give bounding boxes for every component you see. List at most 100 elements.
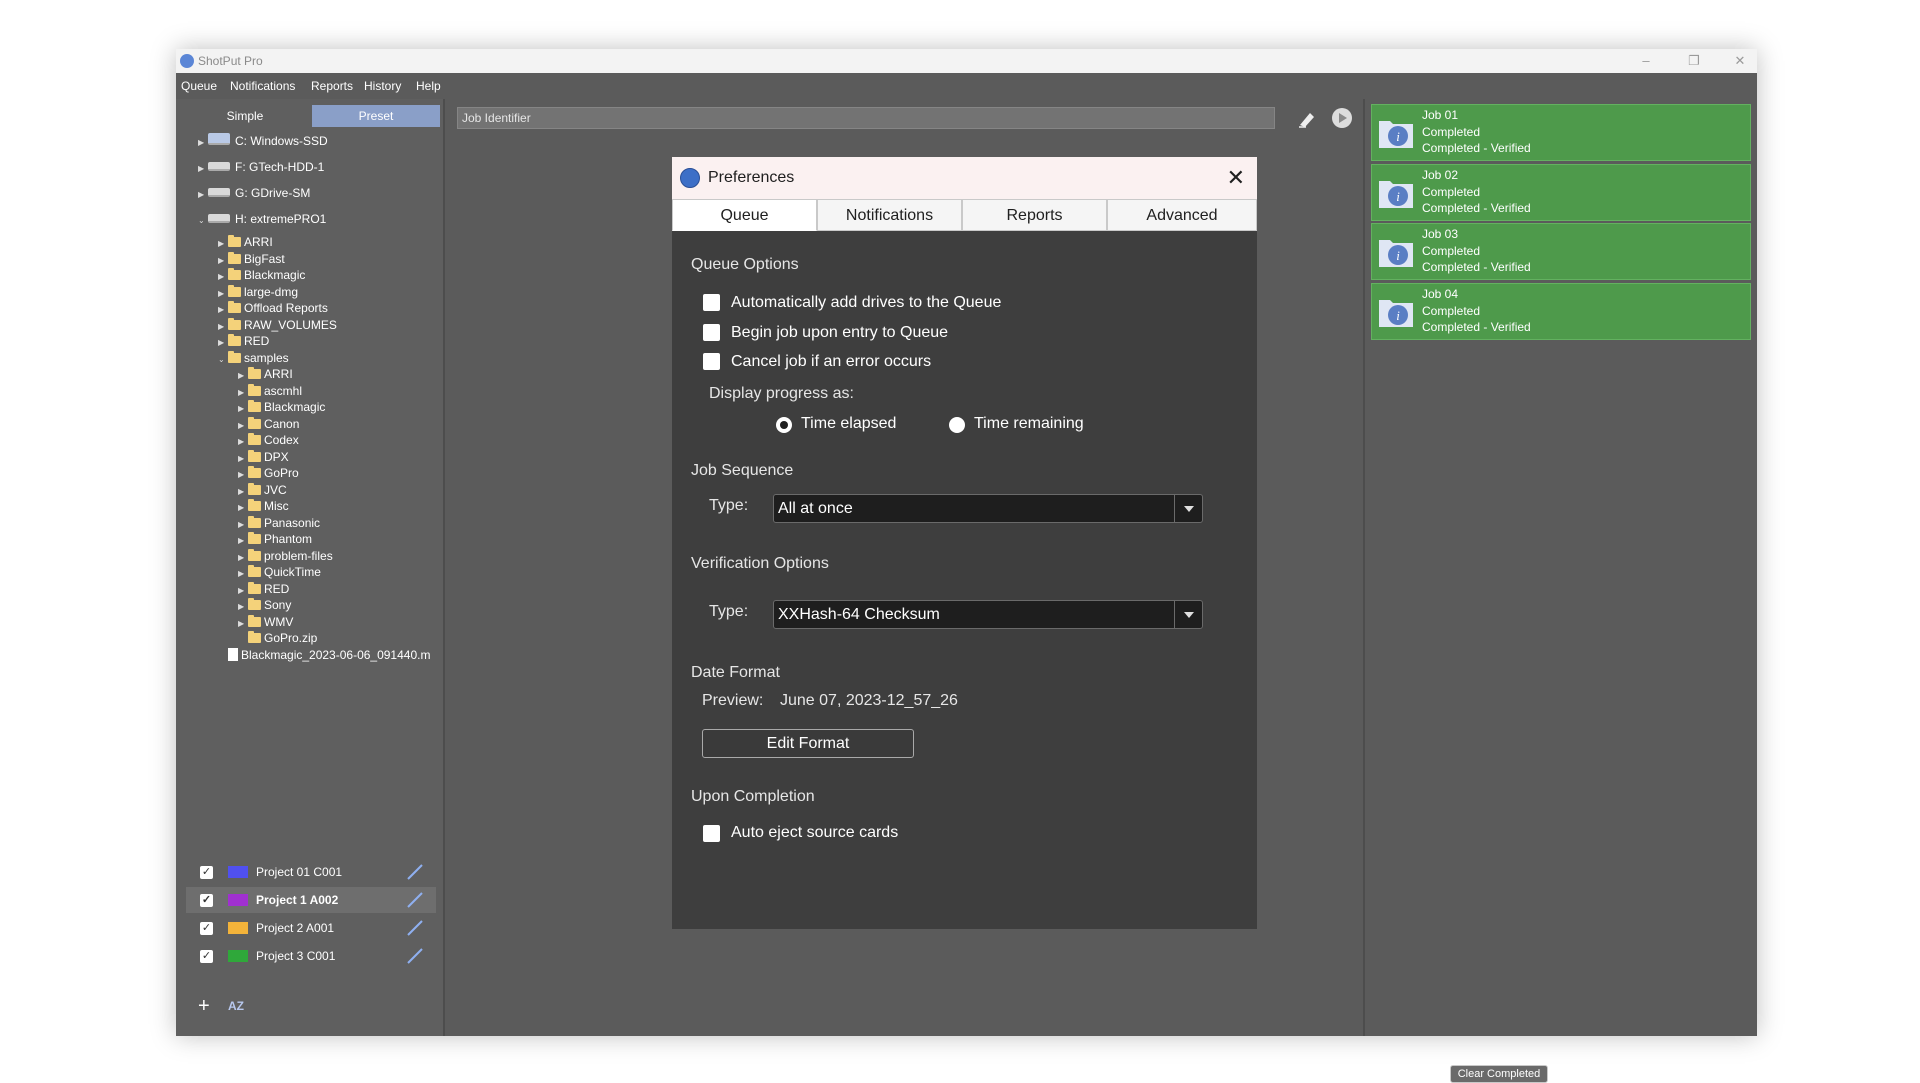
folder-item[interactable]: ▶ Blackmagic bbox=[218, 267, 305, 283]
folder-item[interactable]: ▶ RED bbox=[218, 333, 269, 349]
menu-help[interactable]: Help bbox=[416, 79, 441, 93]
time-remaining-label: Time remaining bbox=[974, 415, 1084, 432]
folder-item[interactable]: GoPro.zip bbox=[238, 630, 317, 646]
project-label: Project 01 C001 bbox=[256, 865, 343, 879]
chevron-right-icon[interactable]: ▶ bbox=[198, 161, 208, 177]
chevron-right-icon[interactable]: ▶ bbox=[198, 135, 208, 151]
folder-item[interactable]: ▶ RED bbox=[238, 581, 289, 597]
job-sequence-select[interactable]: All at once bbox=[773, 494, 1203, 523]
folder-item[interactable]: ▶ QuickTime bbox=[238, 564, 321, 580]
project-checkbox[interactable]: ✓ bbox=[200, 922, 213, 935]
folder-item[interactable]: ▶ ascmhl bbox=[238, 383, 302, 399]
edit-pencil-icon[interactable] bbox=[406, 947, 424, 965]
folder-item[interactable]: ▶ problem-files bbox=[238, 548, 333, 564]
job-card[interactable]: i Job 01 Completed Completed - Verified bbox=[1371, 104, 1751, 161]
file-item[interactable]: Blackmagic_2023-06-06_091440.m bbox=[218, 647, 430, 663]
project-checkbox[interactable]: ✓ bbox=[200, 950, 213, 963]
begin-job-checkbox[interactable] bbox=[703, 324, 720, 341]
folder-item[interactable]: ▶ Blackmagic bbox=[238, 399, 325, 415]
edit-pencil-icon[interactable] bbox=[406, 891, 424, 909]
app-logo-icon bbox=[680, 168, 700, 188]
menu-queue[interactable]: Queue bbox=[181, 79, 217, 93]
project-color-swatch bbox=[228, 894, 248, 906]
job-status: Completed bbox=[1422, 124, 1481, 139]
edit-pencil-icon[interactable] bbox=[406, 919, 424, 937]
drive-item[interactable]: ▶ F: GTech-HDD-1 bbox=[198, 159, 324, 175]
folder-item[interactable]: ▶ Codex bbox=[238, 432, 299, 448]
folder-icon bbox=[248, 367, 261, 379]
project-checkbox[interactable]: ✓ bbox=[200, 894, 213, 907]
job-name: Job 02 bbox=[1422, 168, 1459, 182]
job-name: Job 03 bbox=[1422, 227, 1459, 241]
add-project-icon[interactable]: + bbox=[198, 995, 210, 1018]
tab-queue[interactable]: Queue bbox=[672, 199, 817, 231]
folder-icon bbox=[228, 350, 241, 363]
folder-item[interactable]: ▶ Misc bbox=[238, 498, 289, 514]
auto-eject-checkbox[interactable] bbox=[703, 825, 720, 842]
time-elapsed-radio[interactable] bbox=[776, 417, 792, 433]
menu-reports[interactable]: Reports bbox=[311, 79, 353, 93]
eraser-icon[interactable] bbox=[1296, 107, 1318, 129]
folder-item[interactable]: ▶ large-dmg bbox=[218, 284, 298, 300]
folder-item[interactable]: ▶ JVC bbox=[238, 482, 287, 498]
folder-item[interactable]: ▶ WMV bbox=[238, 614, 293, 630]
folder-item[interactable]: ▶ Phantom bbox=[238, 531, 312, 547]
folder-item[interactable]: ▶ Sony bbox=[238, 597, 291, 613]
tab-reports[interactable]: Reports bbox=[962, 199, 1107, 231]
close-window-icon[interactable]: ✕ bbox=[1725, 51, 1755, 71]
project-row[interactable]: ✓ Project 3 C001 bbox=[186, 943, 436, 969]
chevron-down-icon[interactable]: ⌄ bbox=[218, 352, 228, 368]
job-identifier-input[interactable]: Job Identifier bbox=[457, 107, 1275, 129]
app-icon bbox=[180, 54, 194, 68]
verification-select[interactable]: XXHash-64 Checksum bbox=[773, 600, 1203, 629]
chevron-right-icon[interactable]: ▶ bbox=[198, 187, 208, 203]
auto-add-checkbox[interactable] bbox=[703, 294, 720, 311]
edit-format-button[interactable]: Edit Format bbox=[702, 729, 914, 758]
menu-history[interactable]: History bbox=[364, 79, 401, 93]
tab-advanced[interactable]: Advanced bbox=[1107, 199, 1257, 231]
folder-item[interactable]: ▶ ARRI bbox=[218, 234, 273, 250]
restore-icon[interactable]: ❐ bbox=[1679, 51, 1709, 71]
folder-item[interactable]: ▶ DPX bbox=[238, 449, 289, 465]
menu-notifications[interactable]: Notifications bbox=[230, 79, 295, 93]
job-card[interactable]: i Job 03 Completed Completed - Verified bbox=[1371, 223, 1751, 280]
info-folder-icon: i bbox=[1379, 181, 1413, 208]
folder-item[interactable]: ▶ GoPro bbox=[238, 465, 299, 481]
title-bar: ShotPut Pro – ❐ ✕ bbox=[176, 49, 1757, 73]
project-checkbox[interactable]: ✓ bbox=[200, 866, 213, 879]
folder-item[interactable]: ▶ RAW_VOLUMES bbox=[218, 317, 337, 333]
project-row[interactable]: ✓ Project 2 A001 bbox=[186, 915, 436, 941]
chevron-down-icon[interactable] bbox=[1174, 495, 1202, 522]
folder-item[interactable]: ▶ Panasonic bbox=[238, 515, 320, 531]
time-remaining-radio[interactable] bbox=[949, 417, 965, 433]
drive-item[interactable]: ▶ G: GDrive-SM bbox=[198, 185, 310, 201]
cancel-job-checkbox[interactable] bbox=[703, 353, 720, 370]
folder-item[interactable]: ▶ ARRI bbox=[238, 366, 293, 382]
sort-az-icon[interactable]: AZ bbox=[228, 999, 244, 1013]
svg-text:i: i bbox=[1396, 129, 1400, 144]
folder-item[interactable]: ▶ BigFast bbox=[218, 251, 285, 267]
chevron-down-icon[interactable]: ⌄ bbox=[198, 213, 208, 229]
drive-item[interactable]: ⌄ H: extremePRO1 bbox=[198, 211, 326, 227]
tree-item-label: GoPro bbox=[264, 466, 299, 480]
tab-notifications[interactable]: Notifications bbox=[817, 199, 962, 231]
folder-item[interactable]: ▶ Canon bbox=[238, 416, 299, 432]
chevron-down-icon[interactable] bbox=[1174, 601, 1202, 628]
job-card[interactable]: i Job 04 Completed Completed - Verified bbox=[1371, 283, 1751, 340]
edit-pencil-icon[interactable] bbox=[406, 863, 424, 881]
job-card[interactable]: i Job 02 Completed Completed - Verified bbox=[1371, 164, 1751, 221]
project-row[interactable]: ✓ Project 01 C001 bbox=[186, 859, 436, 885]
tab-preset[interactable]: Preset bbox=[312, 105, 440, 127]
tab-simple[interactable]: Simple bbox=[181, 105, 309, 127]
project-row[interactable]: ✓ Project 1 A002 bbox=[186, 887, 436, 913]
tree-item-label: WMV bbox=[264, 614, 294, 629]
clear-completed-button[interactable]: Clear Completed bbox=[1450, 1065, 1548, 1083]
folder-item[interactable]: ▶ Offload Reports bbox=[218, 300, 328, 316]
minimize-icon[interactable]: – bbox=[1631, 51, 1661, 71]
folder-icon bbox=[228, 317, 241, 330]
drive-item[interactable]: ▶ C: Windows-SSD bbox=[198, 133, 328, 149]
drive-icon bbox=[208, 188, 230, 197]
folder-item[interactable]: ⌄ samples bbox=[218, 350, 289, 366]
close-icon[interactable]: ✕ bbox=[1227, 165, 1245, 191]
start-icon[interactable] bbox=[1331, 107, 1353, 129]
